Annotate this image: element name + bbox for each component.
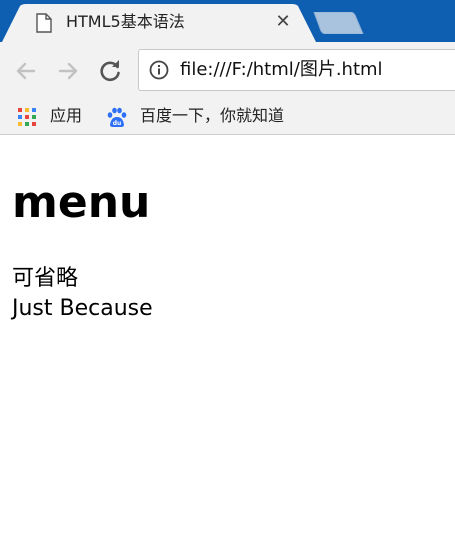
url-text[interactable]: file:///F:/html/图片.html [180,59,383,81]
back-arrow-icon[interactable] [13,58,39,84]
page-viewport: menu 可省略 Just Because [0,135,455,558]
apps-grid-icon [18,108,36,126]
bookmark-baidu-label: 百度一下，你就知道 [140,106,285,125]
bookmark-baidu[interactable]: du 百度一下，你就知道 [106,103,316,127]
bookmark-apps-label: 应用 [50,106,83,125]
info-icon[interactable] [149,60,169,80]
tab-strip: HTML5基本语法 ✕ [0,0,455,42]
page-heading: menu [12,177,151,228]
active-tab[interactable]: HTML5基本语法 ✕ [0,4,330,42]
page-text-line: 可省略 [12,266,79,291]
browser-window: HTML5基本语法 ✕ file:///F:/html/图片.html 应用 d… [0,0,455,558]
page-icon [36,13,52,33]
close-tab-icon[interactable]: ✕ [274,13,292,31]
reload-icon[interactable] [97,58,123,84]
new-tab-button[interactable] [312,12,364,34]
bookmarks-bar: 应用 du 百度一下，你就知道 [0,98,455,135]
address-bar[interactable]: file:///F:/html/图片.html [138,49,455,91]
baidu-paw-icon: du [107,107,127,127]
svg-text:du: du [113,120,122,127]
bookmark-apps[interactable]: 应用 [16,103,96,127]
page-text-line: Just Because [12,296,153,321]
tab-title: HTML5基本语法 [66,12,185,31]
toolbar: file:///F:/html/图片.html [0,42,455,98]
forward-arrow-icon[interactable] [55,58,81,84]
